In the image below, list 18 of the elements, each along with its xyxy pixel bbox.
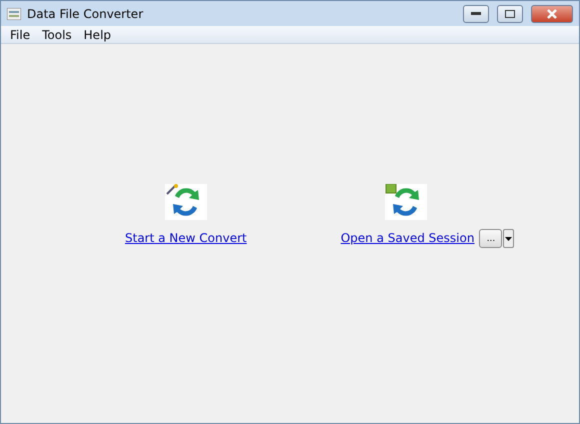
minimize-button[interactable] [463,4,489,22]
open-session-link[interactable]: Open a Saved Session [340,228,474,249]
menu-item[interactable]: Help [78,28,118,42]
dropdown-button[interactable] [503,229,514,248]
maximize-icon [505,10,515,18]
caret-icon [505,236,512,240]
convert-session-icon [385,184,428,220]
menu-item[interactable]: File [4,28,36,42]
menu-item[interactable]: Tools [36,28,78,42]
close-button[interactable] [531,4,573,22]
convert-wand-icon [164,184,207,220]
new-convert-link[interactable]: Start a New Convert [125,228,247,249]
window-title: Data File Converter [27,6,144,20]
minimize-icon [471,12,481,16]
maximize-button[interactable] [497,4,523,22]
browse-button[interactable]: ... [479,229,502,248]
close-icon [547,8,557,18]
app-icon [7,8,21,20]
